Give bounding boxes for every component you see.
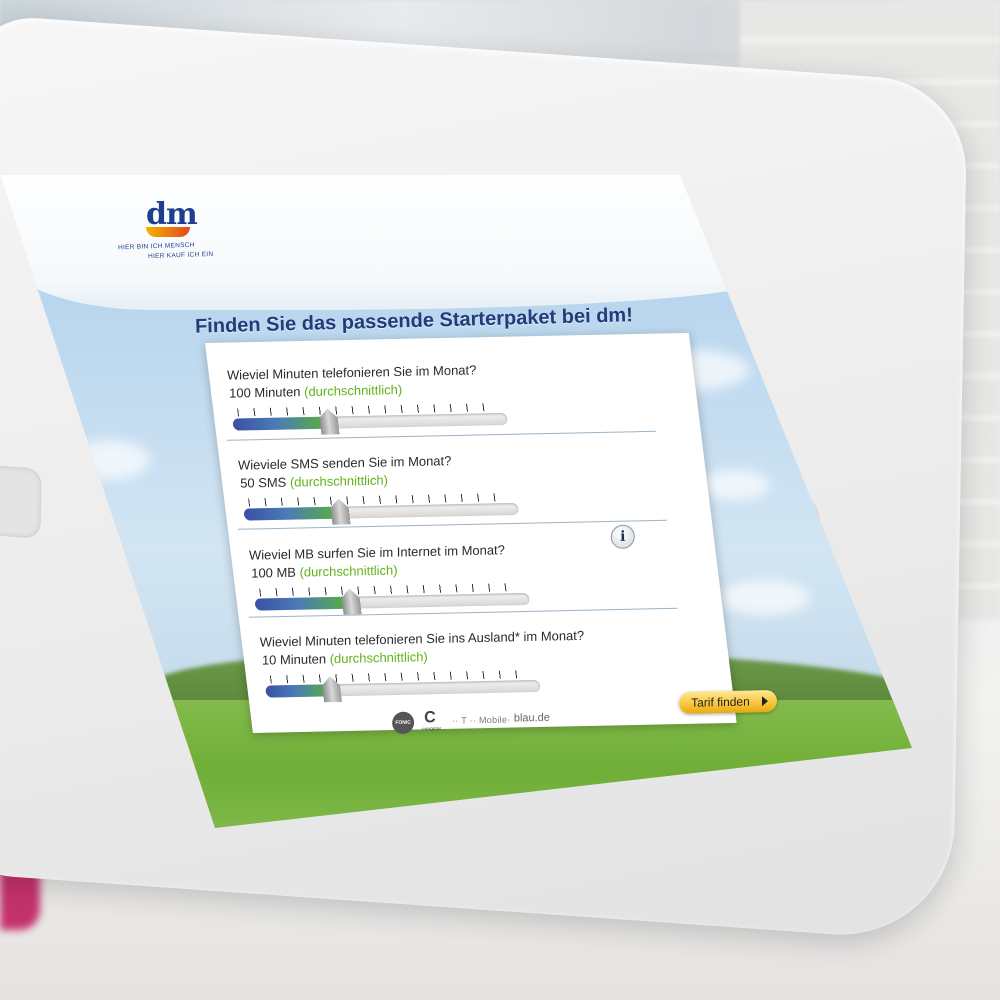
blau-logo: blau.de	[513, 711, 550, 725]
tariff-finder-panel: Wieviel Minuten telefonieren Sie im Mona…	[205, 332, 777, 735]
find-tariff-button[interactable]: Tarif finden	[679, 689, 777, 715]
question-sms: Wieviele SMS senden Sie im Monat? 50 SMS…	[237, 448, 704, 525]
internet-slider[interactable]	[253, 583, 531, 615]
value-note: (durchschnittlich)	[289, 472, 388, 490]
dm-logo: dm HIER BIN ICH MENSCH HIER KAUF ICH EIN	[118, 197, 248, 267]
provider-logos: FONIC Ccongstar ·· T ·· Mobile· blau.de	[392, 707, 651, 743]
congstar-logo: Ccongstar	[422, 709, 442, 733]
abroad-slider[interactable]	[264, 670, 541, 702]
question-minutes: Wieviel Minuten telefonieren Sie im Mona…	[226, 358, 693, 435]
logo-tagline-1: HIER BIN ICH MENSCH	[117, 241, 195, 252]
value-note: (durchschnittlich)	[299, 562, 398, 580]
value-note: (durchschnittlich)	[304, 381, 403, 400]
question-internet: Wieviel MB surfen Sie im Internet im Mon…	[248, 538, 715, 615]
find-tariff-label: Tarif finden	[691, 694, 750, 710]
logo-swoosh	[146, 227, 190, 237]
question-abroad: Wieviel Minuten telefonieren Sie ins Aus…	[259, 625, 726, 702]
value-note: (durchschnittlich)	[329, 649, 428, 667]
fonic-logo: FONIC	[392, 711, 415, 735]
tmobile-logo: ·· T ·· Mobile·	[452, 714, 511, 726]
logo-tagline-2: HIER KAUF ICH EIN	[147, 250, 214, 261]
screen-header	[0, 175, 760, 310]
sms-slider[interactable]	[242, 493, 520, 525]
arrow-right-icon	[761, 696, 768, 707]
minutes-slider[interactable]	[231, 403, 509, 435]
kiosk-mount-left	[0, 465, 42, 539]
